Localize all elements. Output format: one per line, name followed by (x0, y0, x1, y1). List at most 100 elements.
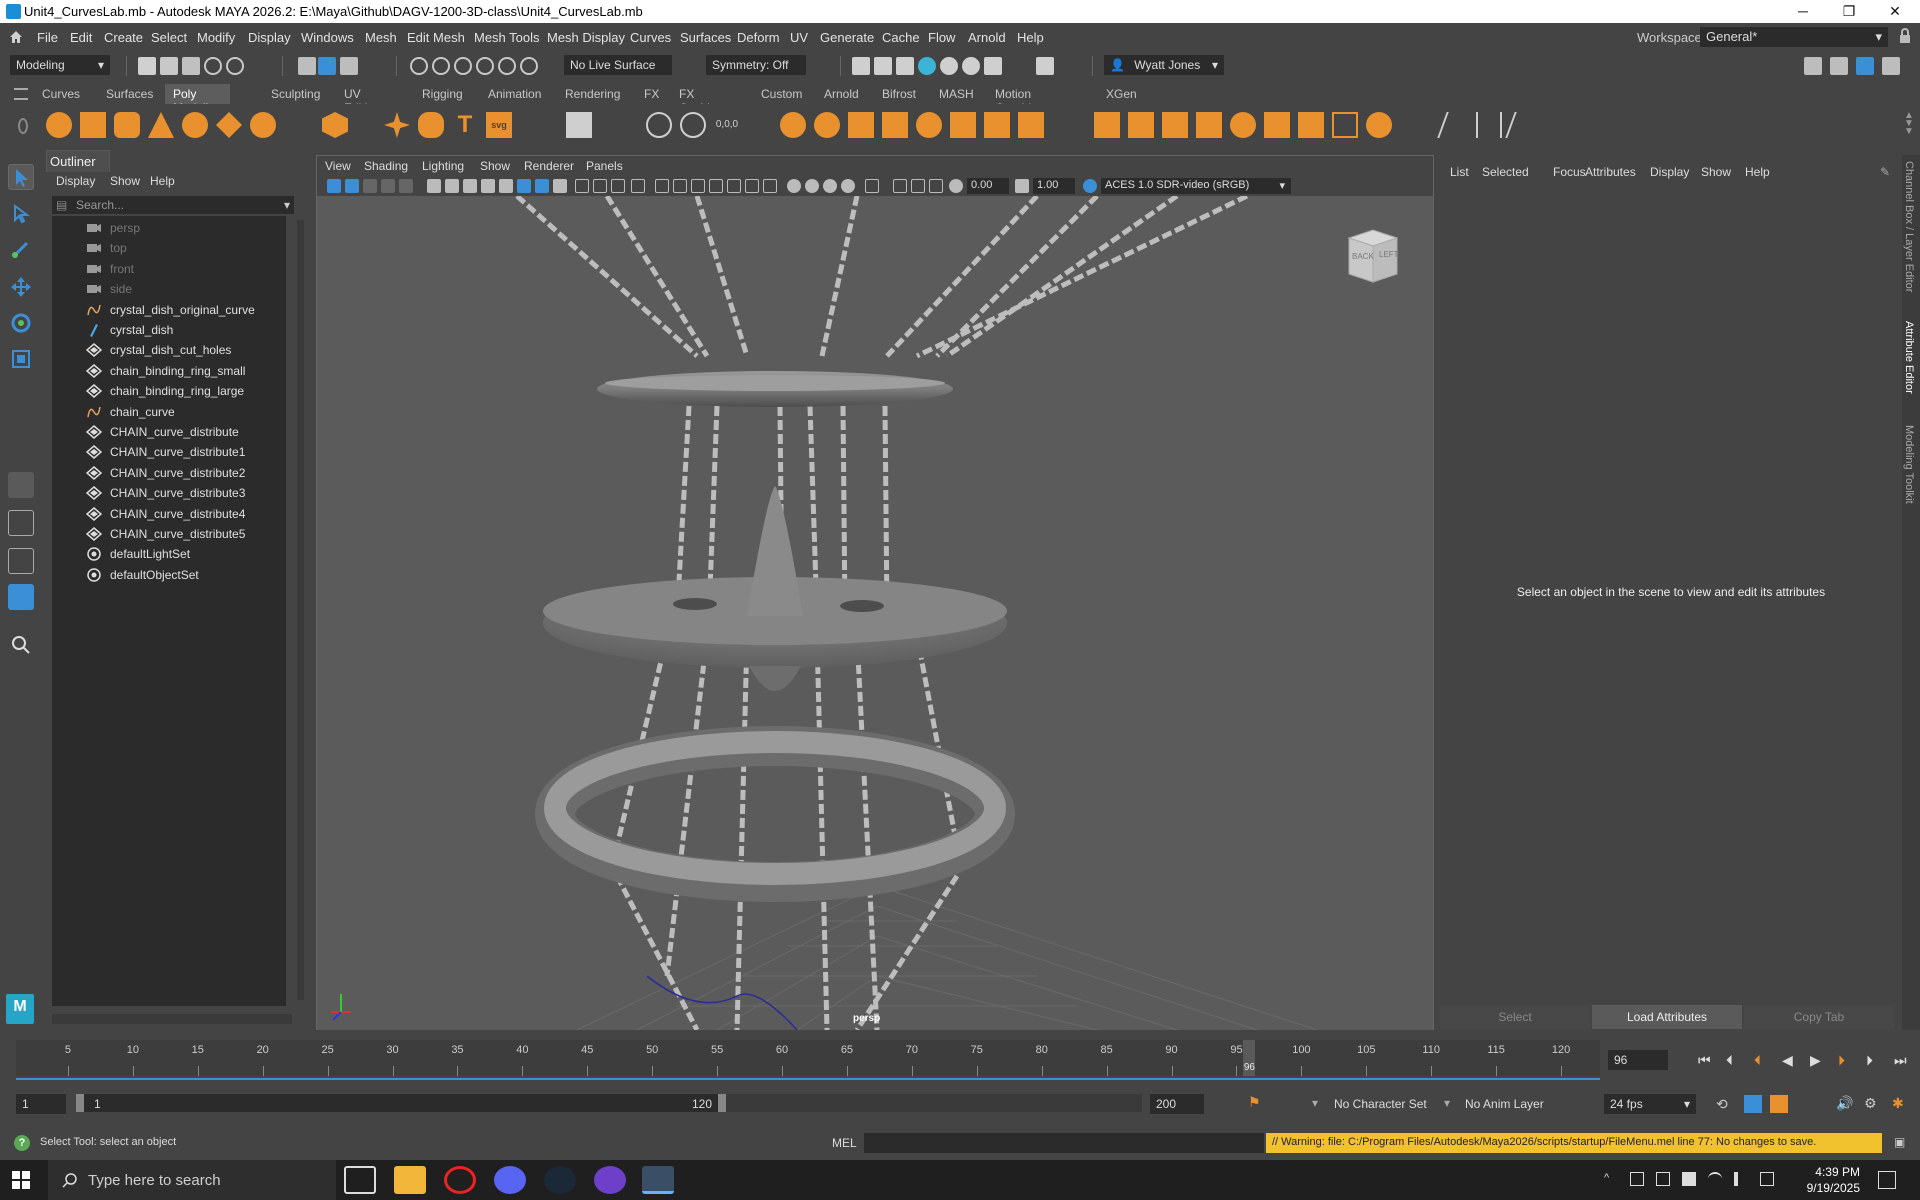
shelf-tab-rigging[interactable]: Rigging (414, 84, 471, 104)
menu-display[interactable]: Display (248, 30, 291, 45)
vp-menu-lighting[interactable]: Lighting (422, 159, 464, 173)
gamma-icon[interactable] (1015, 179, 1029, 193)
step-back-frame-icon[interactable]: ⏴ (1726, 1052, 1733, 1069)
outliner-horizontal-scrollbar[interactable] (52, 1014, 292, 1024)
depth-of-field-icon[interactable] (841, 179, 855, 193)
menu-create[interactable]: Create (104, 30, 143, 45)
range-end-handle[interactable] (718, 1094, 726, 1112)
chevron-down-icon[interactable]: ▾ (1444, 1096, 1450, 1110)
collapse-icon[interactable] (1298, 112, 1324, 138)
chevron-down-icon[interactable]: ▾ (284, 198, 290, 212)
tray-onedrive-icon[interactable] (1656, 1172, 1670, 1186)
insert-edge-loop-icon[interactable] (1437, 112, 1473, 138)
close-button[interactable]: ✕ (1872, 0, 1918, 23)
anim-prefs-icon[interactable]: ⚙ (1864, 1095, 1877, 1112)
film-gate-icon[interactable] (463, 179, 477, 193)
loop-icon[interactable]: ⟲ (1716, 1096, 1728, 1113)
shelf-tab-surfaces[interactable]: Surfaces (98, 84, 161, 104)
new-scene-icon[interactable] (138, 57, 156, 75)
opera-browser-icon[interactable] (444, 1166, 476, 1194)
ae-copy-tab-button[interactable]: Copy Tab (1744, 1005, 1894, 1029)
discord-icon[interactable] (494, 1166, 526, 1194)
shelf-tab-arnold[interactable]: Arnold (816, 84, 867, 104)
redo-icon[interactable] (226, 57, 244, 75)
play-forwards-icon[interactable]: ▶ (1810, 1052, 1821, 1069)
step-back-key-icon[interactable]: ⏴ (1754, 1052, 1761, 1069)
append-polygon-icon[interactable] (1264, 112, 1290, 138)
shelf-tab-motion-graphics[interactable]: Motion Graphics (987, 84, 1051, 115)
boolean-union-icon[interactable] (780, 112, 806, 138)
shelf-tab-fx[interactable]: FX (636, 84, 667, 104)
select-by-hierarchy-icon[interactable] (298, 57, 316, 75)
menu-help[interactable]: Help (1017, 30, 1044, 45)
current-frame-field[interactable]: 96 (1608, 1050, 1668, 1070)
x-ray-joints-icon[interactable] (673, 179, 687, 193)
step-forward-key-icon[interactable]: ⏵ (1838, 1052, 1845, 1069)
ae-menu-show[interactable]: Show (1701, 165, 1731, 179)
range-slider-inner[interactable] (84, 1094, 724, 1112)
rotate-tool-icon[interactable] (8, 310, 34, 336)
menu-mesh-tools[interactable]: Mesh Tools (474, 30, 540, 45)
select-by-component-icon[interactable] (340, 57, 358, 75)
snap-to-curve-icon[interactable] (432, 57, 450, 75)
select-tool-icon[interactable] (8, 164, 34, 190)
render-settings-icon[interactable] (918, 57, 936, 75)
anim-layer-label[interactable]: No Anim Layer (1465, 1097, 1544, 1111)
chevron-down-icon[interactable]: ▾ (1312, 1096, 1318, 1110)
sweep-mesh-icon[interactable] (418, 112, 444, 138)
four-view-layout-icon[interactable] (8, 510, 34, 536)
outliner-item[interactable]: side (52, 279, 132, 299)
color-management-icon[interactable] (1083, 179, 1097, 193)
outliner-item[interactable]: CHAIN_curve_distribute4 (52, 504, 245, 524)
outliner-item[interactable]: crystal_dish_original_curve (52, 300, 255, 320)
backface-culling-icon[interactable] (691, 179, 705, 193)
extrude-icon[interactable] (1094, 112, 1120, 138)
minimize-button[interactable]: ─ (1780, 0, 1826, 23)
menu-flow[interactable]: Flow (928, 30, 955, 45)
user-account-dropdown[interactable]: 👤 Wyatt Jones ▾ (1104, 55, 1224, 75)
scene-start-field[interactable]: 1 (16, 1094, 66, 1114)
smooth-shade-icon[interactable] (593, 179, 607, 193)
x-ray-icon[interactable] (655, 179, 669, 193)
smooth-icon[interactable] (882, 112, 908, 138)
render-current-frame-icon[interactable] (874, 57, 892, 75)
side-tab-modeling-toolkit[interactable]: Modeling Toolkit (1903, 425, 1915, 504)
uv-editor-icon[interactable] (566, 112, 592, 138)
render-view-icon[interactable] (852, 57, 870, 75)
poly-cube-icon[interactable] (80, 112, 106, 138)
help-line-icon[interactable]: ? (14, 1135, 30, 1151)
maximize-button[interactable]: ❐ (1826, 0, 1872, 23)
multi-cut-icon[interactable] (1332, 112, 1358, 138)
outliner-menu-show[interactable]: Show (110, 174, 140, 188)
move-tool-icon[interactable] (8, 274, 34, 300)
maya-taskbar-icon[interactable] (642, 1166, 674, 1194)
tray-battery-icon[interactable] (1682, 1172, 1696, 1186)
outliner-item[interactable]: CHAIN_curve_distribute1 (52, 442, 245, 462)
shelf-tab-mash[interactable]: MASH (931, 84, 982, 104)
menu-select[interactable]: Select (151, 30, 187, 45)
shelf-tab-xgen[interactable]: XGen (1098, 84, 1145, 104)
menu-edit-mesh[interactable]: Edit Mesh (407, 30, 465, 45)
ae-menu-list[interactable]: List (1450, 165, 1469, 179)
outliner-menu-help[interactable]: Help (150, 174, 175, 188)
go-to-end-icon[interactable]: ⏭ (1894, 1052, 1907, 1069)
fill-hole-icon[interactable] (984, 112, 1010, 138)
select-by-object-icon[interactable] (318, 57, 336, 75)
textured-icon[interactable] (727, 179, 741, 193)
lasso-tool-icon[interactable] (8, 200, 34, 226)
anti-aliasing-icon[interactable] (823, 179, 837, 193)
bookmarks-icon[interactable] (363, 179, 377, 193)
super-shape-icon[interactable] (384, 112, 410, 138)
separate-icon[interactable] (680, 112, 706, 138)
shelf-menu-icon[interactable] (14, 88, 28, 100)
reduce-icon[interactable] (916, 112, 942, 138)
outliner-layout-icon[interactable] (8, 584, 34, 610)
poly-cylinder-icon[interactable] (114, 112, 140, 138)
screen-space-ao-icon[interactable] (787, 179, 801, 193)
shelf-tab-custom[interactable]: Custom (753, 84, 810, 104)
command-input[interactable] (864, 1133, 1264, 1153)
cached-playback-icon[interactable] (1744, 1095, 1762, 1113)
time-slider[interactable]: 5 10 15 20 25 30 35 40 45 50 55 60 65 70 75 80 85 90 95 100… (16, 1040, 1600, 1080)
freeze-transforms-icon[interactable]: 0,0,0 (714, 112, 740, 138)
script-editor-icon[interactable]: ▣ (1894, 1135, 1905, 1149)
